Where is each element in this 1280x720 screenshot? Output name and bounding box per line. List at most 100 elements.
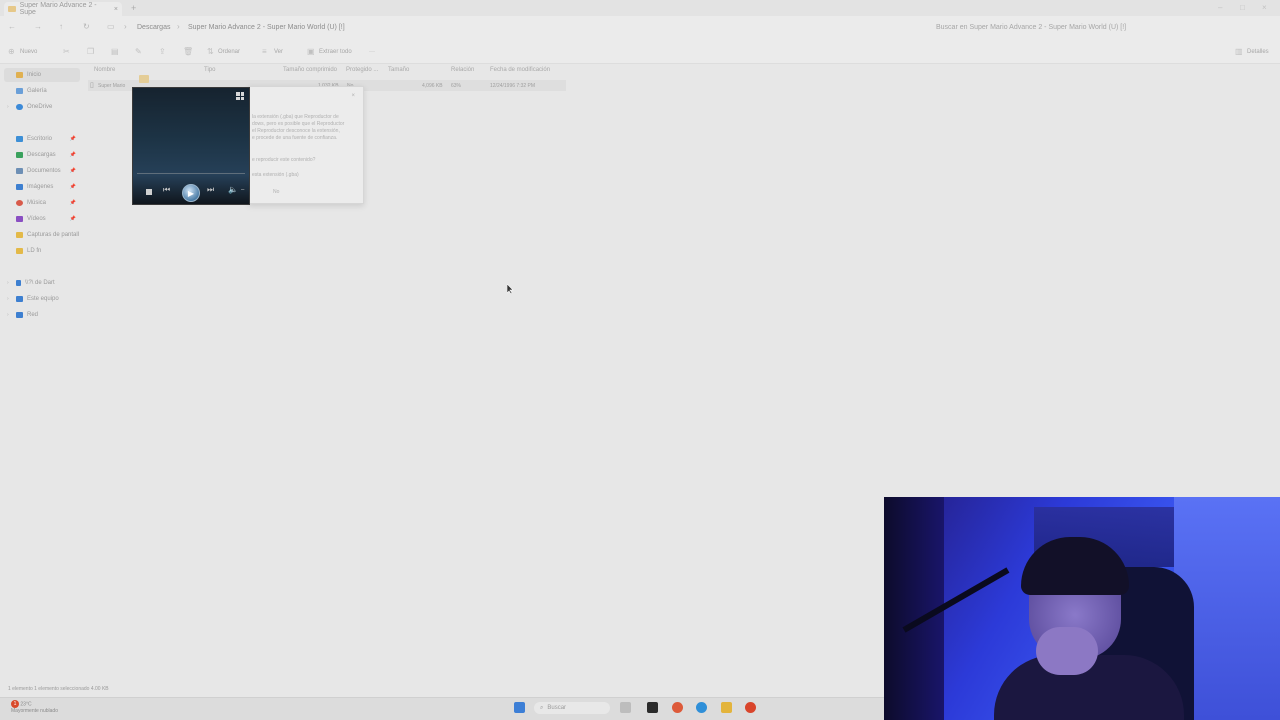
cut-icon[interactable]: ✂ xyxy=(63,47,70,56)
sidebar-item-pictures[interactable]: Imágenes 📌 xyxy=(4,180,80,194)
computer-icon xyxy=(16,296,23,302)
search-icon: ⌕ xyxy=(540,704,544,711)
details-button[interactable]: Detalles xyxy=(1247,49,1269,55)
sidebar-item-label: Vídeos xyxy=(27,216,46,222)
webcam-person-hand xyxy=(1036,627,1098,675)
refresh-icon[interactable]: ↻ xyxy=(83,22,90,31)
minimize-button[interactable]: – xyxy=(1218,3,1222,12)
copy-icon[interactable]: ❐ xyxy=(87,47,94,56)
folder-icon xyxy=(16,232,23,238)
delete-icon[interactable]: 🗑 xyxy=(183,47,193,56)
chevron-right-icon: › xyxy=(177,22,180,31)
taskbar-search[interactable]: ⌕ Buscar xyxy=(534,702,610,714)
sort-button[interactable]: Ordenar xyxy=(218,49,240,55)
rename-icon[interactable]: ✎ xyxy=(135,47,142,56)
sidebar-item-home[interactable]: Inicio xyxy=(4,68,80,82)
terminal-app-icon[interactable] xyxy=(647,702,658,713)
paste-icon[interactable]: ▤ xyxy=(111,47,119,56)
chevron-right-icon[interactable]: › xyxy=(7,280,9,286)
no-button[interactable]: No xyxy=(273,189,279,195)
new-icon[interactable]: ⊕ xyxy=(8,47,15,56)
volume-icon[interactable]: 🔈 xyxy=(228,185,238,194)
tab-close-icon[interactable]: × xyxy=(114,6,118,13)
sidebar-item-ldfn[interactable]: LD fn xyxy=(4,244,80,258)
taskbar-search-label: Buscar xyxy=(547,705,567,711)
column-protected[interactable]: Protegido ... xyxy=(346,67,378,73)
sidebar-item-documents[interactable]: Documentos 📌 xyxy=(4,164,80,178)
extract-all-button[interactable]: Extraer todo xyxy=(319,49,352,55)
forward-icon[interactable]: → xyxy=(34,22,42,31)
column-size[interactable]: Tamaño xyxy=(388,67,409,73)
sidebar-item-this-pc[interactable]: › Este equipo xyxy=(4,292,80,306)
home-icon xyxy=(16,72,23,78)
windows-start-icon[interactable] xyxy=(514,702,525,713)
sidebar-item-onedrive[interactable]: › OneDrive xyxy=(4,100,80,114)
sidebar-item-videos[interactable]: Vídeos 📌 xyxy=(4,212,80,226)
more-options-button[interactable]: ··· xyxy=(369,49,375,55)
view-icon[interactable]: ≡ xyxy=(262,47,267,56)
file-explorer-app-icon[interactable] xyxy=(721,702,732,713)
pin-icon[interactable]: 📌 xyxy=(70,136,76,142)
sidebar-item-label: Escritorio xyxy=(27,136,53,142)
seek-bar[interactable] xyxy=(137,173,245,174)
close-window-button[interactable]: × xyxy=(1262,3,1267,12)
view-button[interactable]: Ver xyxy=(274,49,283,55)
chevron-right-icon[interactable]: › xyxy=(7,312,9,318)
chrome-app-icon[interactable] xyxy=(672,702,683,713)
alert-badge: 1 xyxy=(11,700,19,708)
previous-button[interactable]: ⏮ xyxy=(163,185,170,195)
new-tab-button[interactable]: + xyxy=(131,3,136,13)
pin-icon[interactable]: 📌 xyxy=(70,168,76,174)
share-icon[interactable]: ⇪ xyxy=(159,47,166,56)
extract-icon[interactable]: ▣ xyxy=(307,47,315,56)
next-button[interactable]: ⏭ xyxy=(207,185,214,195)
sidebar-item-label: Música xyxy=(27,200,47,206)
sidebar-item-label: Imágenes xyxy=(27,184,54,190)
weather-widget[interactable]: 1 23°C Mayormente nublado xyxy=(11,700,58,715)
sidebar-item-music[interactable]: Música 📌 xyxy=(4,196,80,210)
folder-icon xyxy=(16,248,23,254)
search-input[interactable]: Buscar en Super Mario Advance 2 - Super … xyxy=(926,20,1266,36)
pin-icon[interactable]: 📌 xyxy=(70,152,76,158)
sidebar-item-label: Inicio xyxy=(27,72,42,78)
chevron-right-icon[interactable]: › xyxy=(7,104,9,110)
play-button[interactable]: ▶ xyxy=(182,184,200,202)
drive-icon xyxy=(16,280,21,286)
column-compressed-size[interactable]: Tamaño comprimido xyxy=(283,67,337,73)
pin-icon[interactable]: 📌 xyxy=(70,216,76,222)
column-date-modified[interactable]: Fecha de modificación xyxy=(490,67,550,73)
task-view-icon[interactable] xyxy=(620,702,631,713)
sidebar-item-label: Descargas xyxy=(27,152,56,158)
sidebar-item-label: Documentos xyxy=(27,168,61,174)
up-icon[interactable]: ↑ xyxy=(59,22,63,31)
sidebar-item-gallery[interactable]: Galería xyxy=(4,84,80,98)
close-icon[interactable]: × xyxy=(351,93,355,99)
back-icon[interactable]: ← xyxy=(8,22,16,31)
new-button[interactable]: Nuevo xyxy=(20,49,37,55)
dialog-question: e reproducir este contenido? xyxy=(252,157,316,163)
red-app-icon[interactable] xyxy=(745,702,756,713)
chevron-right-icon[interactable]: › xyxy=(7,296,9,302)
maximize-button[interactable]: □ xyxy=(1240,3,1245,12)
breadcrumb-downloads[interactable]: Descargas xyxy=(137,24,170,31)
column-ratio[interactable]: Relación xyxy=(451,67,474,73)
column-name[interactable]: Nombre xyxy=(94,67,115,73)
sort-icon[interactable]: ⇅ xyxy=(207,47,214,56)
pin-icon[interactable]: 📌 xyxy=(70,184,76,190)
edge-app-icon[interactable] xyxy=(696,702,707,713)
explorer-tab[interactable]: Super Mario Advance 2 - Supe × xyxy=(4,2,122,16)
breadcrumb-folder[interactable]: Super Mario Advance 2 - Super Mario Worl… xyxy=(188,24,345,31)
pin-icon[interactable]: 📌 xyxy=(70,200,76,206)
weather-temp: 23°C xyxy=(20,701,32,708)
dont-ask-checkbox-label[interactable]: esta extensión (.gba) xyxy=(252,172,299,178)
volume-slider[interactable]: – xyxy=(241,187,244,193)
switch-to-library-icon[interactable] xyxy=(236,92,244,100)
sidebar-item-desktop[interactable]: Escritorio 📌 xyxy=(4,132,80,146)
sidebar-item-downloads[interactable]: Descargas 📌 xyxy=(4,148,80,162)
details-icon[interactable]: ▥ xyxy=(1235,47,1243,56)
title-bar xyxy=(0,0,1280,16)
sidebar-item-network[interactable]: › Red xyxy=(4,308,80,322)
sidebar-item-screenshots[interactable]: Capturas de pantall xyxy=(4,228,80,242)
sidebar-item-network-drive[interactable]: › \\?\ de Dart xyxy=(4,276,80,290)
stop-button[interactable] xyxy=(146,189,152,195)
